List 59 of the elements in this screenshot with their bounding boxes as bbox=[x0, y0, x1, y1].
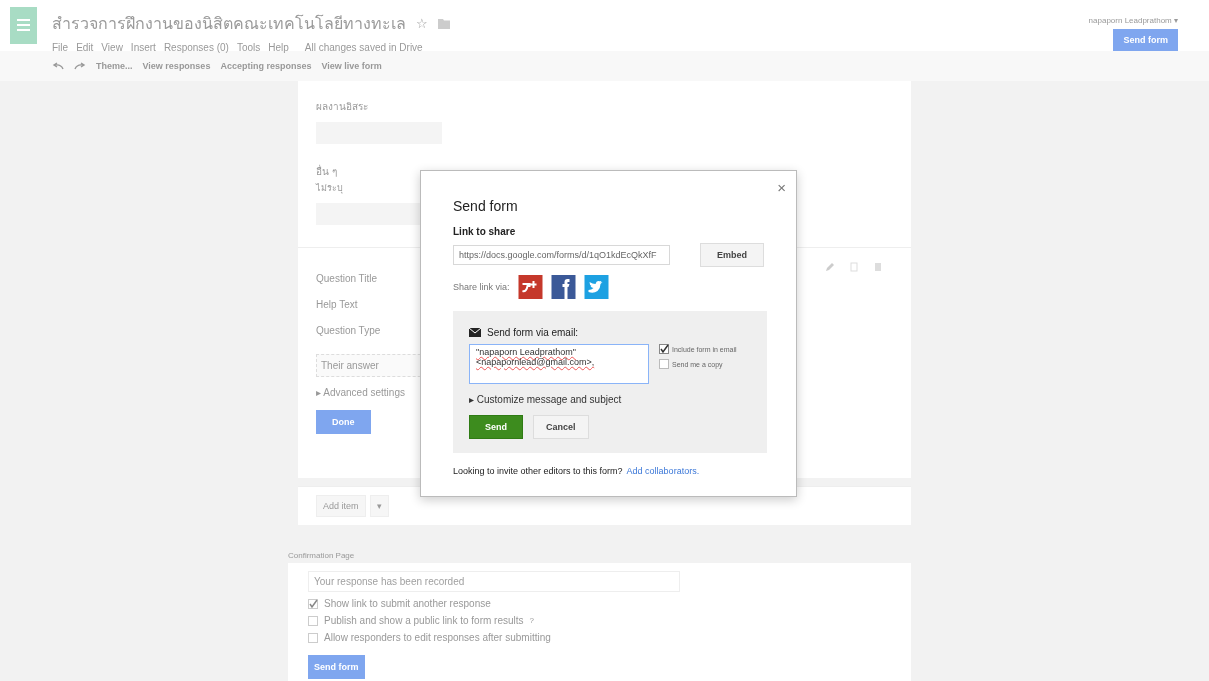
editor-label: Question Type bbox=[316, 325, 381, 336]
toolbar-button[interactable]: View responses bbox=[142, 61, 211, 71]
send-button[interactable]: Send bbox=[469, 415, 523, 439]
done-button[interactable]: Done bbox=[316, 410, 371, 434]
menu-item[interactable]: File bbox=[52, 42, 69, 53]
editor-label: Question Title bbox=[316, 273, 378, 284]
pencil-icon[interactable] bbox=[825, 262, 835, 272]
star-button[interactable]: ☆ bbox=[416, 16, 428, 31]
form-title[interactable]: สำรวจการฝึกงานของนิสิตคณะเทคโนโลยีทางทะเล bbox=[52, 11, 406, 36]
facebook-icon[interactable] bbox=[550, 275, 576, 299]
question-label: ผลงานอิสระ bbox=[316, 100, 368, 114]
editor-label: Help Text bbox=[316, 299, 358, 310]
toolbar-button[interactable]: View live form bbox=[321, 61, 382, 71]
checkbox[interactable] bbox=[659, 344, 669, 354]
save-status: All changes saved in Drive bbox=[304, 42, 423, 53]
invite-text: Looking to invite other editors to this form? bbox=[453, 466, 623, 476]
toolbar-button[interactable]: Accepting responses bbox=[220, 61, 312, 71]
option-label: Allow responders to edit responses after submitting bbox=[324, 632, 551, 643]
embed-button[interactable]: Embed bbox=[700, 243, 764, 267]
add-item-dropdown[interactable]: ▾ bbox=[369, 495, 389, 517]
toolbar-button[interactable]: Theme... bbox=[96, 61, 133, 71]
help-text: ไม่ระบุ bbox=[316, 182, 343, 195]
folder-icon[interactable] bbox=[438, 18, 450, 29]
link-label: Link to share bbox=[453, 226, 517, 237]
redo-icon[interactable] bbox=[74, 62, 86, 70]
send-form-button[interactable]: Send form bbox=[308, 655, 365, 679]
forms-app-icon[interactable] bbox=[10, 7, 37, 44]
advanced-settings-link[interactable]: ▸ Advanced settings bbox=[316, 387, 405, 398]
twitter-icon[interactable] bbox=[583, 275, 609, 299]
account-name[interactable]: napaporn Leadprathom ▾ bbox=[1088, 16, 1178, 25]
menu-item[interactable]: Edit bbox=[76, 42, 94, 53]
envelope-icon bbox=[469, 328, 481, 337]
recipients-field[interactable]: "napaporn Leadprathom" <napapornlead@gmail.com>, bbox=[469, 344, 649, 384]
option-label: Publish and show a public link to form results bbox=[324, 615, 524, 626]
menu-item[interactable]: Tools bbox=[236, 42, 261, 53]
google-plus-icon[interactable] bbox=[517, 275, 543, 299]
menu-item[interactable]: Help bbox=[268, 42, 289, 53]
confirmation-message-field[interactable]: Your response has been recorded bbox=[308, 571, 680, 592]
help-icon[interactable]: ? bbox=[529, 616, 534, 625]
option-label: Show link to submit another response bbox=[324, 598, 491, 609]
menu-item[interactable]: Insert bbox=[130, 42, 156, 53]
menu-item[interactable]: View bbox=[101, 42, 123, 53]
section-heading: Confirmation Page bbox=[288, 551, 355, 560]
send-form-button[interactable]: Send form bbox=[1113, 29, 1178, 51]
menu-item[interactable]: Responses (0) bbox=[163, 42, 229, 53]
cancel-button[interactable]: Cancel bbox=[533, 415, 589, 439]
add-item-button[interactable]: Add item bbox=[316, 495, 366, 517]
email-heading: Send form via email: bbox=[487, 327, 579, 338]
close-button[interactable]: × bbox=[777, 179, 786, 196]
share-label: Share link via: bbox=[453, 282, 510, 292]
customize-toggle[interactable]: ▸ Customize message and subject bbox=[469, 394, 751, 405]
checkbox[interactable] bbox=[659, 359, 669, 369]
add-collaborators-link[interactable]: Add collaborators. bbox=[626, 466, 700, 476]
checkbox[interactable] bbox=[308, 598, 318, 609]
copy-icon[interactable] bbox=[849, 262, 859, 272]
question-label: อื่น ๆ bbox=[316, 164, 337, 179]
undo-icon[interactable] bbox=[52, 62, 64, 70]
dialog-title: Send form bbox=[453, 198, 519, 214]
link-field[interactable]: https://docs.google.com/forms/d/1qO1kdEcQkXfF bbox=[453, 245, 670, 265]
